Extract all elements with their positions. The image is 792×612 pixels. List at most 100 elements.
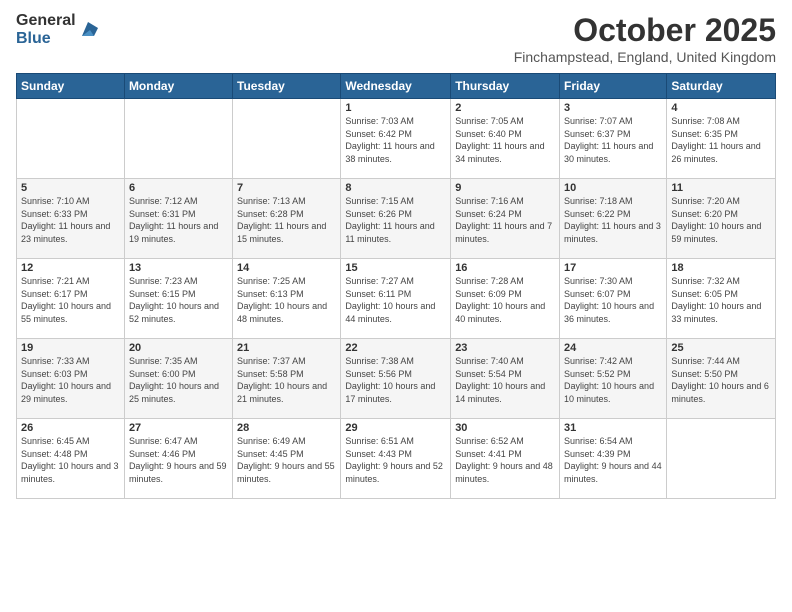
calendar-week-row: 19Sunrise: 7:33 AM Sunset: 6:03 PM Dayli… [17,339,776,419]
calendar-week-row: 1Sunrise: 7:03 AM Sunset: 6:42 PM Daylig… [17,99,776,179]
day-info: Sunrise: 7:05 AM Sunset: 6:40 PM Dayligh… [455,115,555,165]
weekday-header-monday: Monday [124,74,232,99]
calendar-cell: 2Sunrise: 7:05 AM Sunset: 6:40 PM Daylig… [451,99,560,179]
day-info: Sunrise: 7:03 AM Sunset: 6:42 PM Dayligh… [345,115,446,165]
logo-general-text: General [16,12,76,30]
weekday-header-tuesday: Tuesday [233,74,341,99]
day-number: 18 [671,262,771,274]
weekday-header-friday: Friday [560,74,667,99]
day-info: Sunrise: 7:38 AM Sunset: 5:56 PM Dayligh… [345,355,446,405]
day-info: Sunrise: 6:49 AM Sunset: 4:45 PM Dayligh… [237,435,336,485]
weekday-header-sunday: Sunday [17,74,125,99]
day-number: 12 [21,262,120,274]
calendar-cell [17,99,125,179]
day-info: Sunrise: 6:51 AM Sunset: 4:43 PM Dayligh… [345,435,446,485]
day-info: Sunrise: 7:10 AM Sunset: 6:33 PM Dayligh… [21,195,120,245]
day-info: Sunrise: 7:27 AM Sunset: 6:11 PM Dayligh… [345,275,446,325]
day-number: 2 [455,102,555,114]
day-number: 23 [455,342,555,354]
day-number: 14 [237,262,336,274]
day-info: Sunrise: 6:54 AM Sunset: 4:39 PM Dayligh… [564,435,662,485]
day-number: 24 [564,342,662,354]
calendar-table: SundayMondayTuesdayWednesdayThursdayFrid… [16,73,776,499]
calendar-cell: 1Sunrise: 7:03 AM Sunset: 6:42 PM Daylig… [341,99,451,179]
day-info: Sunrise: 7:16 AM Sunset: 6:24 PM Dayligh… [455,195,555,245]
calendar-cell: 22Sunrise: 7:38 AM Sunset: 5:56 PM Dayli… [341,339,451,419]
day-info: Sunrise: 7:15 AM Sunset: 6:26 PM Dayligh… [345,195,446,245]
day-number: 31 [564,422,662,434]
day-info: Sunrise: 7:12 AM Sunset: 6:31 PM Dayligh… [129,195,228,245]
calendar-cell: 18Sunrise: 7:32 AM Sunset: 6:05 PM Dayli… [667,259,776,339]
calendar-cell: 31Sunrise: 6:54 AM Sunset: 4:39 PM Dayli… [560,419,667,499]
calendar-cell [667,419,776,499]
calendar-cell: 13Sunrise: 7:23 AM Sunset: 6:15 PM Dayli… [124,259,232,339]
day-info: Sunrise: 7:23 AM Sunset: 6:15 PM Dayligh… [129,275,228,325]
weekday-header-saturday: Saturday [667,74,776,99]
day-info: Sunrise: 7:33 AM Sunset: 6:03 PM Dayligh… [21,355,120,405]
day-number: 6 [129,182,228,194]
day-info: Sunrise: 7:37 AM Sunset: 5:58 PM Dayligh… [237,355,336,405]
calendar-cell: 28Sunrise: 6:49 AM Sunset: 4:45 PM Dayli… [233,419,341,499]
calendar-cell: 29Sunrise: 6:51 AM Sunset: 4:43 PM Dayli… [341,419,451,499]
weekday-header-wednesday: Wednesday [341,74,451,99]
day-info: Sunrise: 7:21 AM Sunset: 6:17 PM Dayligh… [21,275,120,325]
calendar-cell: 8Sunrise: 7:15 AM Sunset: 6:26 PM Daylig… [341,179,451,259]
day-info: Sunrise: 7:20 AM Sunset: 6:20 PM Dayligh… [671,195,771,245]
calendar-cell: 3Sunrise: 7:07 AM Sunset: 6:37 PM Daylig… [560,99,667,179]
calendar-week-row: 12Sunrise: 7:21 AM Sunset: 6:17 PM Dayli… [17,259,776,339]
calendar-cell: 11Sunrise: 7:20 AM Sunset: 6:20 PM Dayli… [667,179,776,259]
day-number: 29 [345,422,446,434]
day-number: 11 [671,182,771,194]
day-number: 15 [345,262,446,274]
day-info: Sunrise: 7:18 AM Sunset: 6:22 PM Dayligh… [564,195,662,245]
day-number: 25 [671,342,771,354]
calendar-cell: 16Sunrise: 7:28 AM Sunset: 6:09 PM Dayli… [451,259,560,339]
calendar-cell: 9Sunrise: 7:16 AM Sunset: 6:24 PM Daylig… [451,179,560,259]
location: Finchampstead, England, United Kingdom [514,49,776,65]
day-number: 19 [21,342,120,354]
calendar-cell: 19Sunrise: 7:33 AM Sunset: 6:03 PM Dayli… [17,339,125,419]
calendar-cell: 23Sunrise: 7:40 AM Sunset: 5:54 PM Dayli… [451,339,560,419]
day-info: Sunrise: 6:45 AM Sunset: 4:48 PM Dayligh… [21,435,120,485]
day-info: Sunrise: 7:42 AM Sunset: 5:52 PM Dayligh… [564,355,662,405]
day-info: Sunrise: 7:35 AM Sunset: 6:00 PM Dayligh… [129,355,228,405]
calendar-cell: 12Sunrise: 7:21 AM Sunset: 6:17 PM Dayli… [17,259,125,339]
calendar-cell: 25Sunrise: 7:44 AM Sunset: 5:50 PM Dayli… [667,339,776,419]
calendar-cell: 20Sunrise: 7:35 AM Sunset: 6:00 PM Dayli… [124,339,232,419]
day-number: 10 [564,182,662,194]
day-info: Sunrise: 7:25 AM Sunset: 6:13 PM Dayligh… [237,275,336,325]
day-number: 30 [455,422,555,434]
day-info: Sunrise: 7:30 AM Sunset: 6:07 PM Dayligh… [564,275,662,325]
day-number: 26 [21,422,120,434]
calendar-cell: 6Sunrise: 7:12 AM Sunset: 6:31 PM Daylig… [124,179,232,259]
calendar-cell [124,99,232,179]
calendar-cell [233,99,341,179]
day-number: 9 [455,182,555,194]
day-number: 28 [237,422,336,434]
calendar-cell: 14Sunrise: 7:25 AM Sunset: 6:13 PM Dayli… [233,259,341,339]
day-info: Sunrise: 7:44 AM Sunset: 5:50 PM Dayligh… [671,355,771,405]
day-info: Sunrise: 7:07 AM Sunset: 6:37 PM Dayligh… [564,115,662,165]
day-number: 13 [129,262,228,274]
day-info: Sunrise: 6:52 AM Sunset: 4:41 PM Dayligh… [455,435,555,485]
header: General Blue October 2025 Finchampstead,… [16,12,776,65]
day-number: 8 [345,182,446,194]
page: General Blue October 2025 Finchampstead,… [0,0,792,612]
day-info: Sunrise: 7:32 AM Sunset: 6:05 PM Dayligh… [671,275,771,325]
day-number: 21 [237,342,336,354]
day-number: 1 [345,102,446,114]
day-number: 17 [564,262,662,274]
calendar-cell: 5Sunrise: 7:10 AM Sunset: 6:33 PM Daylig… [17,179,125,259]
day-number: 4 [671,102,771,114]
day-number: 7 [237,182,336,194]
day-info: Sunrise: 6:47 AM Sunset: 4:46 PM Dayligh… [129,435,228,485]
weekday-header-thursday: Thursday [451,74,560,99]
calendar-cell: 4Sunrise: 7:08 AM Sunset: 6:35 PM Daylig… [667,99,776,179]
logo: General Blue [16,12,98,47]
calendar-week-row: 5Sunrise: 7:10 AM Sunset: 6:33 PM Daylig… [17,179,776,259]
calendar-cell: 17Sunrise: 7:30 AM Sunset: 6:07 PM Dayli… [560,259,667,339]
title-block: October 2025 Finchampstead, England, Uni… [514,12,776,65]
calendar-cell: 24Sunrise: 7:42 AM Sunset: 5:52 PM Dayli… [560,339,667,419]
day-info: Sunrise: 7:13 AM Sunset: 6:28 PM Dayligh… [237,195,336,245]
calendar-cell: 15Sunrise: 7:27 AM Sunset: 6:11 PM Dayli… [341,259,451,339]
